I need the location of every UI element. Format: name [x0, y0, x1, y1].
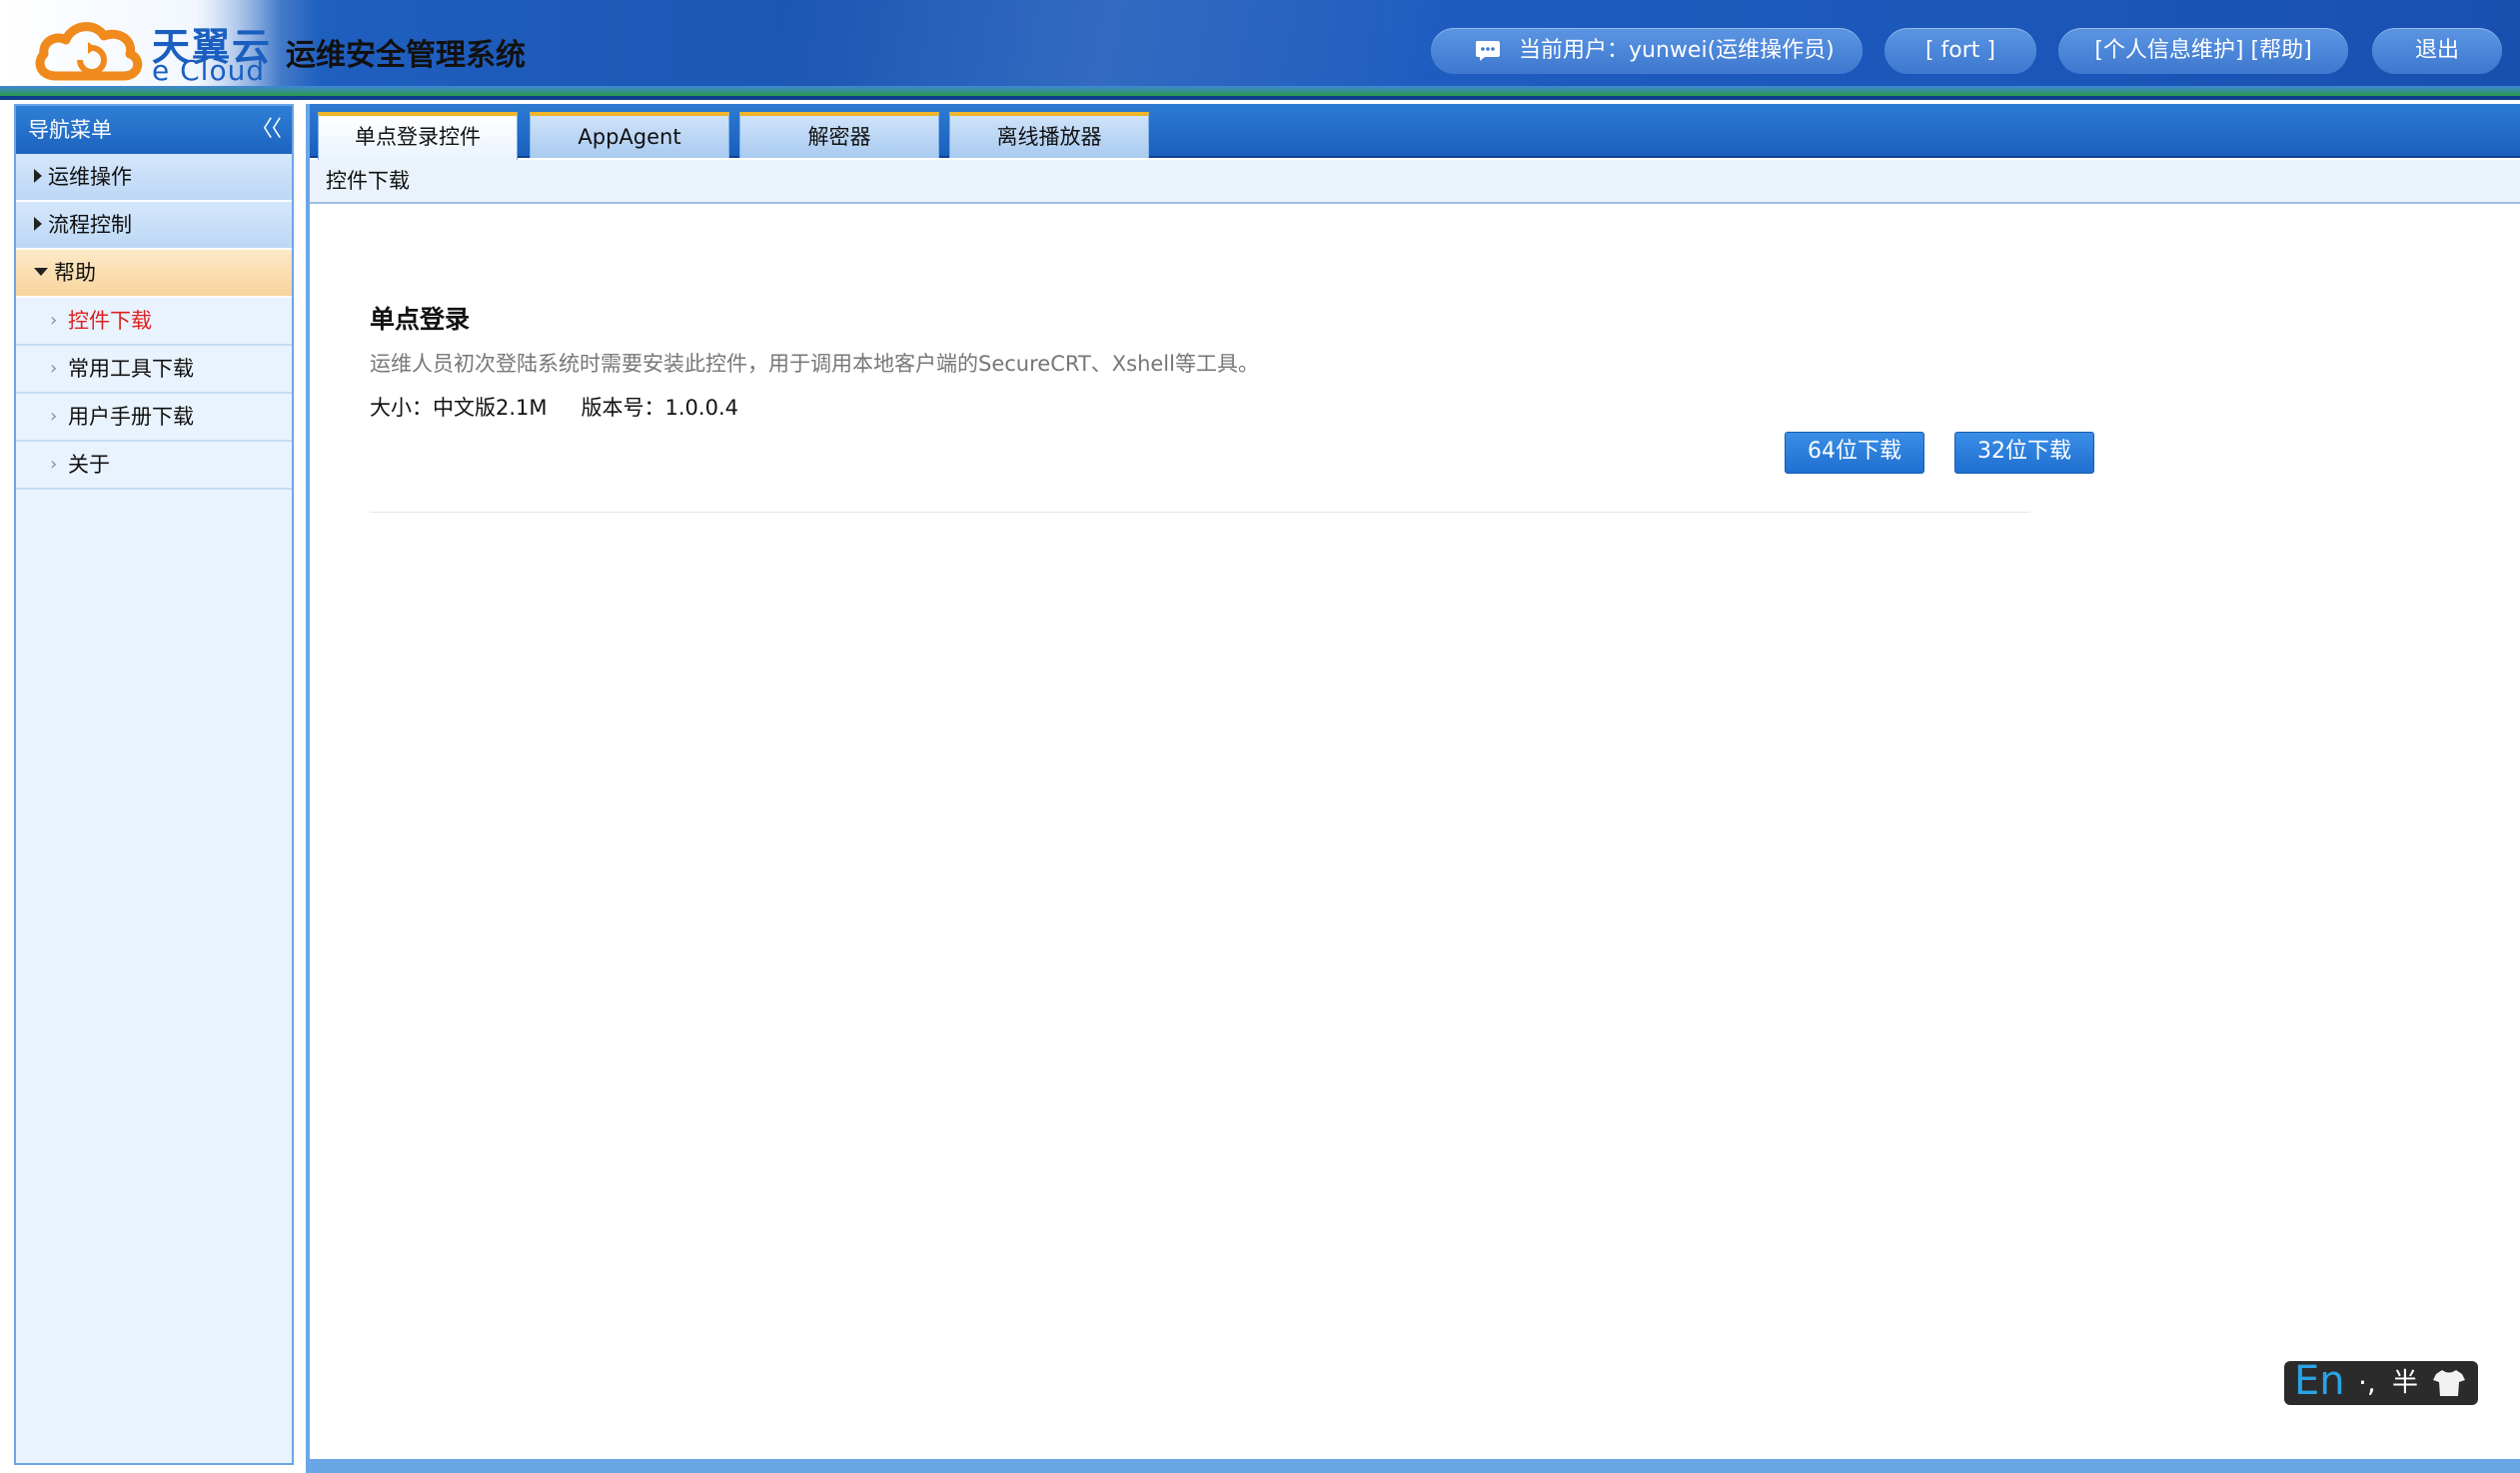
- nav-group-label: 帮助: [54, 261, 96, 285]
- download-32bit-button[interactable]: 32位下载: [1954, 432, 2094, 474]
- fort-button[interactable]: [ fort ]: [1885, 28, 2036, 74]
- breadcrumb: 控件下载: [310, 160, 2520, 204]
- current-user-pill: 当前用户：yunwei(运维操作员): [1431, 28, 1863, 74]
- main-panel: 单点登录控件 AppAgent 解密器 离线播放器 控件下载 单点登录 运维人员…: [306, 104, 2520, 1465]
- chevron-right-icon: ›: [50, 454, 58, 475]
- logo-text-en: e Cloud: [152, 54, 266, 87]
- caret-right-icon: [34, 169, 42, 183]
- logout-button[interactable]: 退出: [2372, 28, 2502, 74]
- download-64bit-button[interactable]: 64位下载: [1785, 432, 1924, 474]
- card-title: 单点登录: [370, 305, 471, 334]
- system-title: 运维安全管理系统: [286, 38, 526, 73]
- nav-header: 导航菜单 〈〈: [16, 106, 292, 154]
- nav-group-ops[interactable]: 运维操作: [16, 154, 292, 202]
- sidebar: 导航菜单 〈〈 运维操作 流程控制 帮助 › 控件下载 › 常用工具下载 › 用户手册…: [14, 104, 294, 1465]
- ime-mode[interactable]: En: [2294, 1359, 2345, 1403]
- divider: [370, 512, 2030, 513]
- nav-group-help[interactable]: 帮助: [16, 250, 292, 298]
- ime-punctuation[interactable]: ·,: [2358, 1361, 2376, 1405]
- profile-help-button[interactable]: [个人信息维护] [帮助]: [2058, 28, 2348, 74]
- nav-group-workflow[interactable]: 流程控制: [16, 202, 292, 250]
- logo: 天翼云 e Cloud: [0, 0, 280, 87]
- nav-item-label: 关于: [68, 453, 110, 477]
- nav-item-control-download[interactable]: › 控件下载: [16, 298, 292, 346]
- current-user-name: yunwei(运维操作员): [1629, 38, 1835, 63]
- chevron-right-icon: ›: [50, 310, 58, 331]
- tab-bar: 单点登录控件 AppAgent 解密器 离线播放器: [310, 104, 2520, 160]
- bottom-border: [306, 1459, 2520, 1473]
- nav-title: 导航菜单: [28, 118, 112, 142]
- shirt-icon[interactable]: [2432, 1369, 2466, 1397]
- nav-item-label: 控件下载: [68, 309, 152, 333]
- card-description: 运维人员初次登陆系统时需要安装此控件，用于调用本地客户端的SecureCRT、X…: [370, 352, 1259, 376]
- chevron-right-icon: ›: [50, 406, 58, 427]
- caret-right-icon: [34, 217, 42, 231]
- cloud-logo-icon: [35, 22, 143, 81]
- top-header: 天翼云 e Cloud 运维安全管理系统 当前用户：yunwei(运维操作员) …: [0, 0, 2520, 100]
- nav-item-about[interactable]: › 关于: [16, 442, 292, 490]
- size-text: 大小：中文版2.1M: [370, 396, 548, 420]
- nav-item-manual-download[interactable]: › 用户手册下载: [16, 394, 292, 442]
- ime-width[interactable]: 半: [2392, 1361, 2418, 1405]
- nav-group-label: 流程控制: [48, 213, 132, 237]
- nav-item-tools-download[interactable]: › 常用工具下载: [16, 346, 292, 394]
- tab-decryptor[interactable]: 解密器: [739, 112, 939, 158]
- caret-down-icon: [34, 268, 48, 276]
- chevron-right-icon: ›: [50, 358, 58, 379]
- nav-group-label: 运维操作: [48, 165, 132, 189]
- ime-status-bar[interactable]: En ·, 半: [2284, 1359, 2478, 1405]
- tab-offline-player[interactable]: 离线播放器: [949, 112, 1149, 158]
- collapse-sidebar-icon[interactable]: 〈〈: [251, 106, 282, 154]
- tab-sso-control[interactable]: 单点登录控件: [318, 112, 518, 160]
- tab-appagent[interactable]: AppAgent: [530, 112, 729, 158]
- header-band: [0, 86, 2520, 96]
- version-text: 版本号：1.0.0.4: [581, 396, 738, 420]
- card-meta: 大小：中文版2.1M 版本号：1.0.0.4: [370, 392, 738, 422]
- current-user-label: 当前用户：: [1519, 38, 1630, 63]
- nav-item-label: 常用工具下载: [68, 357, 194, 381]
- chat-icon: [1476, 41, 1500, 61]
- nav-item-label: 用户手册下载: [68, 405, 194, 429]
